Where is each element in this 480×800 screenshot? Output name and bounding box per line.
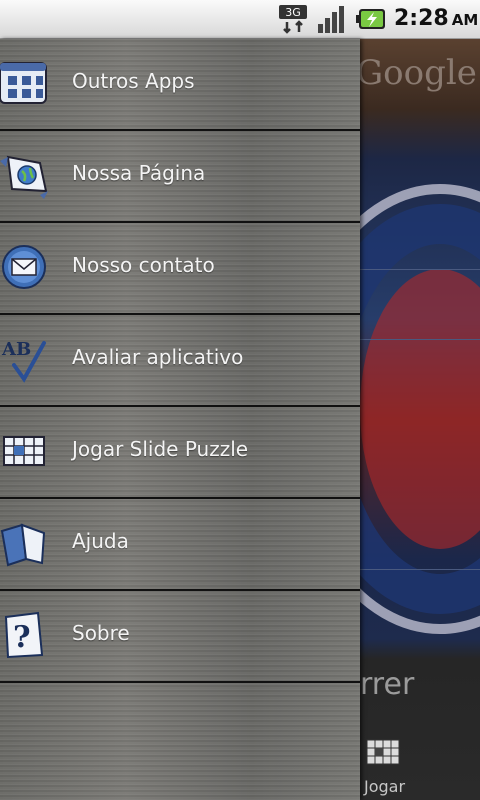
background-divider — [360, 269, 480, 270]
tab-jogar[interactable]: Jogar — [364, 777, 405, 796]
puzzle-grid-icon — [3, 436, 45, 466]
menu-item-label: Avaliar aplicativo — [72, 345, 244, 369]
background-divider — [360, 339, 480, 340]
question-mark-icon: ? — [4, 611, 44, 659]
menu-item-label: Nossa Página — [72, 161, 206, 185]
book-help-icon — [0, 523, 46, 567]
menu-item-label: Sobre — [72, 621, 130, 645]
menu-item-jogar-slide-puzzle[interactable]: Jogar Slide Puzzle — [0, 407, 360, 499]
menu-item-ajuda[interactable]: Ajuda — [0, 499, 360, 591]
battery-charging-icon — [356, 9, 385, 29]
background-divider — [360, 569, 480, 570]
menu-item-label: Jogar Slide Puzzle — [72, 437, 249, 461]
svg-text:?: ? — [13, 620, 31, 655]
globe-page-icon — [0, 155, 48, 199]
email-icon — [2, 245, 46, 289]
background-text: rrer — [360, 667, 415, 702]
menu-item-outros-apps[interactable]: Outros Apps — [0, 39, 360, 131]
google-search-brand: Google — [356, 53, 477, 93]
svg-text:3G: 3G — [285, 6, 301, 19]
status-bar: 3G 2:28 AM — [0, 0, 480, 39]
apps-grid-icon — [0, 62, 47, 104]
navigation-drawer: Outros Apps Nossa Página Nosso contato A… — [0, 39, 360, 800]
puzzle-grid-icon[interactable] — [366, 739, 400, 765]
clock: 2:28 AM — [394, 6, 479, 31]
menu-item-label: Nosso contato — [72, 253, 215, 277]
svg-text:AB: AB — [1, 339, 31, 360]
menu-item-nosso-contato[interactable]: Nosso contato — [0, 223, 360, 315]
menu-item-sobre[interactable]: ? Sobre — [0, 591, 360, 683]
signal-strength-icon — [318, 6, 344, 33]
rate-ab-check-icon: AB — [1, 339, 46, 383]
menu-item-label: Outros Apps — [72, 69, 195, 93]
menu-item-label: Ajuda — [72, 529, 129, 553]
network-3g-icon: 3G — [279, 5, 307, 34]
menu-item-avaliar-aplicativo[interactable]: AB Avaliar aplicativo — [0, 315, 360, 407]
menu-item-nossa-pagina[interactable]: Nossa Página — [0, 131, 360, 223]
